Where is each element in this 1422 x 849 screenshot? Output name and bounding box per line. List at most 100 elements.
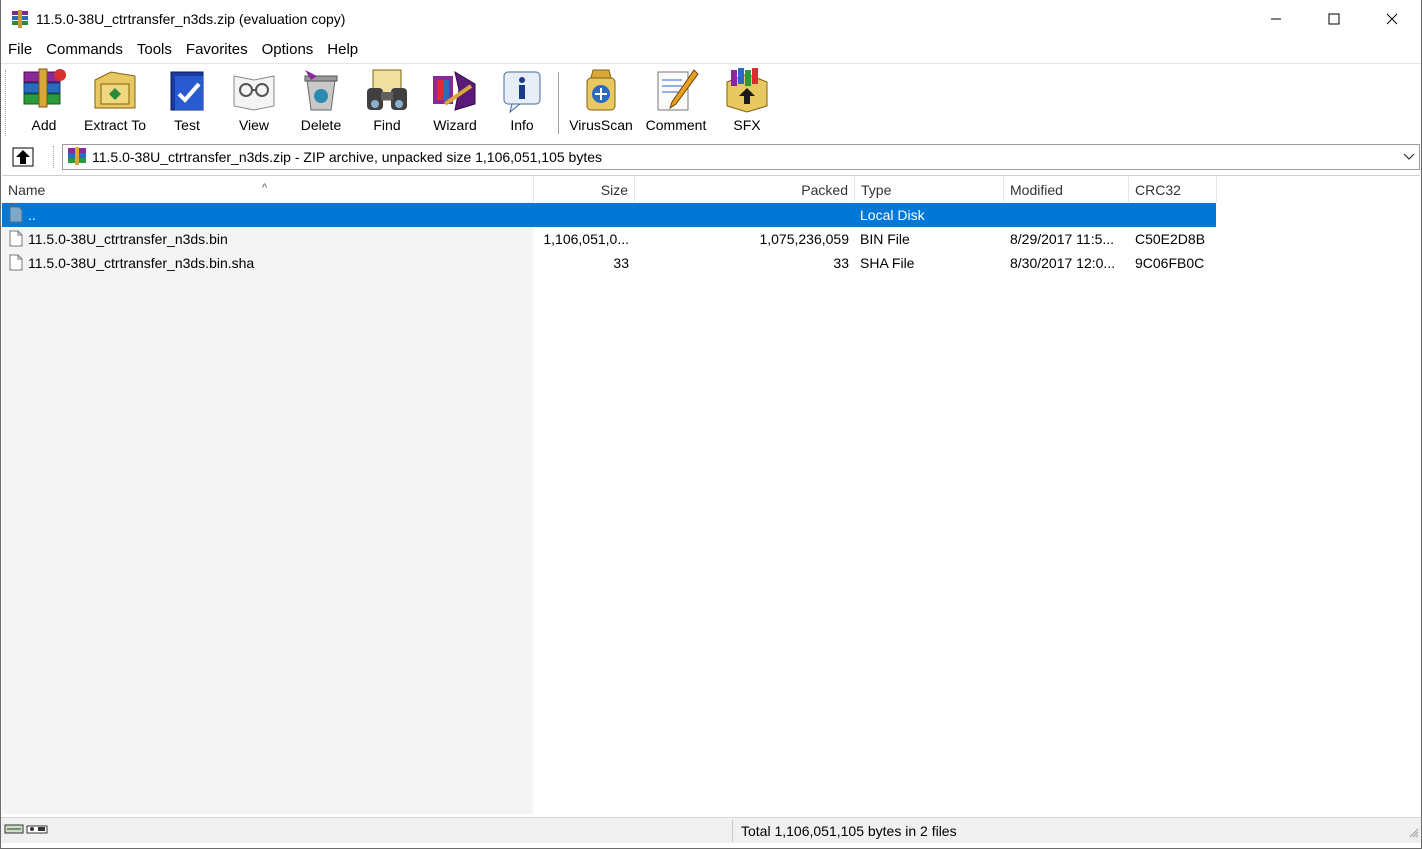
winrar-window: 11.5.0-38U_ctrtransfer_n3ds.zip (evaluat… bbox=[0, 0, 1422, 849]
extract-to-label: Extract To bbox=[84, 117, 146, 133]
archive-path-text: 11.5.0-38U_ctrtransfer_n3ds.zip - ZIP ar… bbox=[92, 149, 603, 165]
row-name: .. bbox=[28, 207, 36, 223]
table-row[interactable]: 11.5.0-38U_ctrtransfer_n3ds.bin 1,106,05… bbox=[2, 227, 1216, 251]
row-size bbox=[534, 203, 629, 227]
delete-button[interactable]: Delete bbox=[293, 66, 349, 138]
row-name: 11.5.0-38U_ctrtransfer_n3ds.bin.sha bbox=[28, 255, 255, 271]
column-header-crc32[interactable]: CRC32 bbox=[1129, 176, 1217, 202]
status-bar: Total 1,106,051,105 bytes in 2 files bbox=[1, 817, 1421, 843]
comment-button[interactable]: Comment bbox=[641, 66, 711, 138]
resize-grip-icon[interactable] bbox=[1409, 825, 1419, 841]
table-row[interactable]: 11.5.0-38U_ctrtransfer_n3ds.bin.sha 33 3… bbox=[2, 251, 1216, 275]
delete-icon bbox=[304, 70, 338, 111]
row-packed: 1,075,236,059 bbox=[759, 231, 849, 247]
row-packed: 33 bbox=[833, 255, 849, 271]
column-header-size[interactable]: Size bbox=[534, 176, 635, 202]
toolbar-separator bbox=[558, 72, 559, 134]
row-modified: 8/30/2017 12:0... bbox=[1010, 255, 1116, 271]
column-size-label: Size bbox=[600, 182, 628, 198]
row-name: 11.5.0-38U_ctrtransfer_n3ds.bin bbox=[28, 231, 228, 247]
title-bar: 11.5.0-38U_ctrtransfer_n3ds.zip (evaluat… bbox=[1, 0, 1421, 38]
wizard-label: Wizard bbox=[433, 117, 477, 133]
add-button[interactable]: Add bbox=[15, 66, 73, 138]
up-one-level-button[interactable] bbox=[9, 145, 37, 169]
row-type: BIN File bbox=[860, 231, 910, 247]
column-header-name[interactable]: Name ^ bbox=[2, 176, 534, 202]
view-button[interactable]: View bbox=[227, 66, 281, 138]
address-bar: 11.5.0-38U_ctrtransfer_n3ds.zip - ZIP ar… bbox=[1, 142, 1421, 172]
menu-favorites[interactable]: Favorites bbox=[179, 38, 255, 62]
row-type: Local Disk bbox=[860, 207, 925, 223]
zip-archive-icon bbox=[67, 146, 87, 168]
info-button[interactable]: Info bbox=[497, 66, 547, 138]
menu-file[interactable]: File bbox=[1, 38, 39, 62]
table-row[interactable]: .. Local Disk bbox=[2, 203, 1216, 227]
maximize-button[interactable] bbox=[1305, 0, 1363, 38]
window-title: 11.5.0-38U_ctrtransfer_n3ds.zip (evaluat… bbox=[36, 11, 346, 27]
test-label: Test bbox=[174, 117, 200, 133]
menu-bar: File Commands Tools Favorites Options He… bbox=[1, 38, 1421, 62]
sfx-icon bbox=[726, 68, 768, 113]
comment-label: Comment bbox=[645, 117, 707, 133]
column-header-packed[interactable]: Packed bbox=[635, 176, 855, 202]
test-button[interactable]: Test bbox=[161, 66, 213, 138]
row-packed bbox=[635, 203, 849, 227]
menu-options[interactable]: Options bbox=[255, 38, 321, 62]
minimize-button[interactable] bbox=[1247, 0, 1305, 38]
maximize-icon bbox=[1328, 13, 1340, 25]
test-icon bbox=[170, 71, 204, 111]
row-crc32: 9C06FB0C bbox=[1135, 255, 1205, 271]
comment-icon bbox=[657, 69, 699, 111]
wizard-button[interactable]: Wizard bbox=[425, 66, 485, 138]
file-icon bbox=[9, 230, 23, 250]
sfx-button[interactable]: SFX bbox=[721, 66, 773, 138]
sort-ascending-icon: ^ bbox=[262, 182, 268, 194]
address-grip bbox=[53, 146, 56, 168]
row-crc32: C50E2D8B bbox=[1135, 231, 1206, 247]
info-icon bbox=[503, 71, 541, 114]
status-total-text: Total 1,106,051,105 bytes in 2 files bbox=[741, 823, 957, 839]
minimize-icon bbox=[1271, 18, 1281, 20]
chevron-down-icon[interactable] bbox=[1399, 145, 1419, 169]
column-header-type[interactable]: Type bbox=[855, 176, 1004, 202]
find-label: Find bbox=[373, 117, 401, 133]
drive-icon[interactable] bbox=[4, 823, 24, 835]
extract-to-icon bbox=[94, 71, 136, 109]
virusscan-button[interactable]: VirusScan bbox=[567, 66, 635, 138]
menu-tools[interactable]: Tools bbox=[130, 38, 179, 62]
add-archive-icon bbox=[23, 68, 66, 108]
column-header: Name ^ Size Packed Type Modified CRC32 bbox=[2, 176, 1420, 202]
column-modified-label: Modified bbox=[1010, 182, 1063, 198]
find-button[interactable]: Find bbox=[359, 66, 415, 138]
row-size: 33 bbox=[613, 255, 629, 271]
name-column-shade bbox=[2, 202, 533, 814]
file-icon bbox=[9, 254, 23, 274]
status-separator bbox=[732, 820, 733, 842]
column-name-label: Name bbox=[8, 182, 46, 198]
view-label: View bbox=[238, 117, 270, 133]
file-list[interactable]: Name ^ Size Packed Type Modified CRC32 .… bbox=[2, 175, 1420, 814]
info-label: Info bbox=[510, 117, 534, 133]
column-header-modified[interactable]: Modified bbox=[1004, 176, 1129, 202]
view-icon bbox=[233, 75, 275, 111]
winrar-app-icon bbox=[10, 9, 30, 29]
find-binoculars-icon bbox=[367, 69, 407, 110]
virusscan-icon bbox=[586, 69, 616, 111]
key-icon[interactable] bbox=[26, 823, 48, 835]
close-button[interactable] bbox=[1363, 0, 1421, 38]
row-modified: 8/29/2017 11:5... bbox=[1010, 231, 1115, 247]
menu-help[interactable]: Help bbox=[320, 38, 365, 62]
close-icon bbox=[1386, 13, 1398, 25]
toolbar-grip bbox=[5, 70, 8, 136]
sfx-label: SFX bbox=[733, 117, 761, 133]
up-arrow-icon bbox=[12, 147, 34, 167]
archive-path-combobox[interactable]: 11.5.0-38U_ctrtransfer_n3ds.zip - ZIP ar… bbox=[62, 144, 1420, 170]
row-crc32 bbox=[1135, 203, 1215, 227]
column-crc32-label: CRC32 bbox=[1135, 182, 1181, 198]
menu-commands[interactable]: Commands bbox=[39, 38, 130, 62]
delete-label: Delete bbox=[300, 117, 342, 133]
toolbar: Add Extract To Test View Delete Find Wiz… bbox=[1, 63, 1421, 141]
row-type: SHA File bbox=[860, 255, 915, 271]
extract-to-button[interactable]: Extract To bbox=[81, 66, 149, 138]
row-modified bbox=[1010, 203, 1126, 227]
